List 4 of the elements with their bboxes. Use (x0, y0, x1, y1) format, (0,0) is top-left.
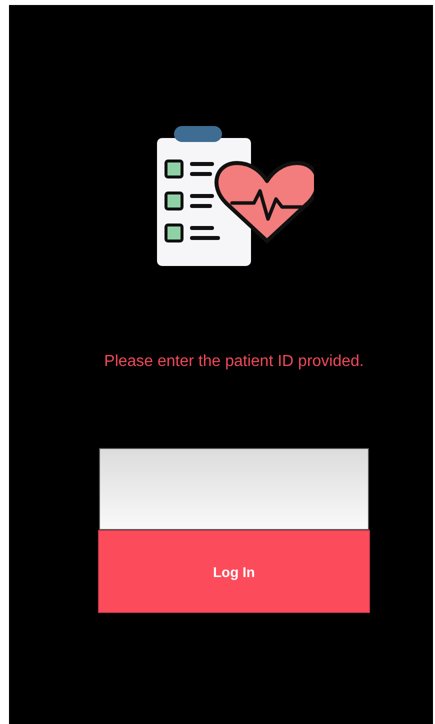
patient-id-field[interactable] (99, 448, 369, 530)
patient-id-prompt: Please enter the patient ID provided. (104, 352, 364, 371)
clipboard-heart-icon (154, 123, 314, 268)
login-button[interactable]: Log In (98, 530, 370, 613)
